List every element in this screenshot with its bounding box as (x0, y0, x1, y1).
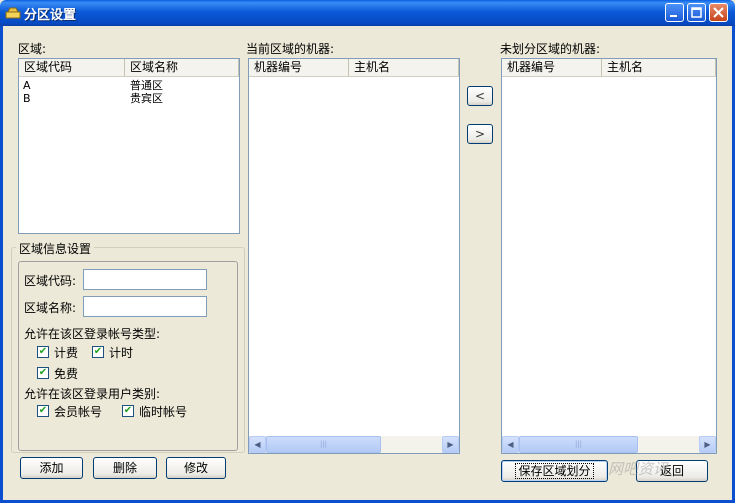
close-button[interactable] (709, 3, 728, 22)
table-row[interactable]: A 普通区 (19, 79, 239, 92)
app-icon (5, 7, 21, 19)
zone-name-input[interactable] (83, 296, 207, 317)
current-machines-label: 当前区域的机器: (246, 42, 335, 56)
column-header-machine-number[interactable]: 机器编号 (249, 59, 349, 76)
maximize-button[interactable] (687, 3, 706, 22)
add-button[interactable]: 添加 (20, 457, 83, 479)
scroll-right-arrow-icon[interactable]: ▶ (699, 436, 716, 453)
billing-checkbox-label[interactable]: 计费 (54, 344, 78, 361)
current-machines-list[interactable]: 机器编号 主机名 ◀ ||| ▶ (248, 58, 460, 454)
account-types-label: 允许在该区登录帐号类型: (24, 327, 161, 341)
free-checkbox-label[interactable]: 免费 (54, 365, 78, 382)
scroll-left-arrow-icon[interactable]: ◀ (249, 436, 266, 453)
current-machines-hscrollbar[interactable]: ◀ ||| ▶ (249, 436, 459, 453)
free-checkbox[interactable]: ✔ (37, 367, 49, 379)
zones-list-header: 区域代码 区域名称 (19, 59, 239, 77)
zone-code-input[interactable] (83, 269, 207, 290)
zones-list[interactable]: 区域代码 区域名称 A 普通区 B 贵宾区 (18, 58, 240, 234)
maximize-icon (691, 7, 702, 18)
close-icon (713, 7, 724, 18)
user-types-label: 允许在该区登录用户类别: (24, 387, 161, 401)
watermark: 网吧资讯 (608, 460, 669, 478)
column-header-hostname[interactable]: 主机名 (602, 59, 716, 76)
timed-checkbox-label[interactable]: 计时 (109, 344, 133, 361)
zone-info-title: 区域信息设置 (16, 240, 95, 257)
table-row[interactable]: B 贵宾区 (19, 92, 239, 105)
temporary-account-checkbox[interactable]: ✔ (122, 405, 134, 417)
delete-button[interactable]: 删除 (93, 457, 157, 479)
modify-button[interactable]: 修改 (166, 457, 226, 479)
timed-checkbox[interactable]: ✔ (92, 346, 104, 358)
current-machines-header: 机器编号 主机名 (249, 59, 459, 77)
scroll-left-arrow-icon[interactable]: ◀ (502, 436, 519, 453)
title-bar[interactable]: 分区设置 (0, 0, 735, 26)
unassigned-machines-header: 机器编号 主机名 (502, 59, 716, 77)
column-header-hostname[interactable]: 主机名 (349, 59, 459, 76)
minimize-button[interactable] (665, 3, 684, 22)
scroll-right-arrow-icon[interactable]: ▶ (442, 436, 459, 453)
unassigned-machines-hscrollbar[interactable]: ◀ ||| ▶ (502, 436, 716, 453)
zones-label: 区域: (18, 42, 47, 56)
zone-name-cell: 普通区 (130, 79, 163, 92)
member-account-checkbox-label[interactable]: 会员帐号 (54, 403, 102, 420)
save-zone-division-label: 保存区域划分 (515, 463, 594, 479)
scroll-thumb[interactable]: ||| (519, 436, 638, 453)
move-right-button[interactable]: > (467, 124, 493, 144)
column-header-zone-name[interactable]: 区域名称 (125, 59, 239, 76)
member-account-checkbox[interactable]: ✔ (37, 405, 49, 417)
save-zone-division-button[interactable]: 保存区域划分 (501, 460, 608, 482)
unassigned-machines-label: 未划分区域的机器: (500, 42, 601, 56)
billing-checkbox[interactable]: ✔ (37, 346, 49, 358)
zone-name-label: 区域名称: (24, 301, 77, 315)
temporary-account-checkbox-label[interactable]: 临时帐号 (139, 403, 187, 420)
zone-name-cell: 贵宾区 (130, 92, 163, 105)
zone-code-cell: B (23, 92, 31, 105)
minimize-icon (670, 15, 677, 17)
column-header-machine-number[interactable]: 机器编号 (502, 59, 602, 76)
unassigned-machines-list[interactable]: 机器编号 主机名 ◀ ||| ▶ (501, 58, 717, 454)
zone-code-cell: A (23, 79, 31, 92)
scroll-thumb[interactable]: ||| (266, 436, 381, 453)
zone-code-label: 区域代码: (24, 274, 77, 288)
window-title: 分区设置 (24, 8, 77, 23)
move-left-button[interactable]: < (467, 86, 493, 106)
column-header-zone-code[interactable]: 区域代码 (19, 59, 125, 76)
